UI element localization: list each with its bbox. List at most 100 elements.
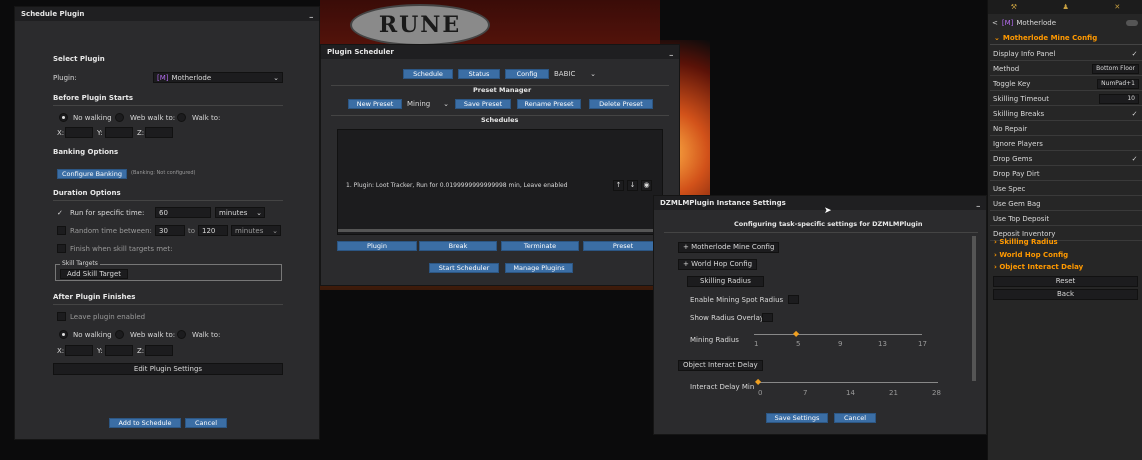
config-row[interactable]: Display Info Panel ✓ <box>990 47 1142 61</box>
config-row-value[interactable]: NumPad+1 <box>1097 78 1139 89</box>
configure-banking-button[interactable]: Configure Banking <box>57 169 127 179</box>
random-unit-select[interactable]: minutes ⌄ <box>231 225 281 236</box>
list-item[interactable]: 1. Plugin: Loot Tracker, Run for 0.01999… <box>338 178 662 192</box>
preset-manager-heading: Preset Manager <box>473 86 532 94</box>
tab-terminate[interactable]: Terminate <box>501 241 579 251</box>
config-row[interactable]: Drop Gems ✓ <box>990 152 1142 166</box>
config-row[interactable]: Use Spec <box>990 182 1142 196</box>
random-min-input[interactable]: 30 <box>155 225 185 236</box>
interact-delay-track[interactable] <box>758 382 938 383</box>
section-skilling-radius[interactable]: Skilling Radius <box>687 276 764 287</box>
edit-plugin-settings-button[interactable]: Edit Plugin Settings <box>53 363 283 375</box>
after-y-input[interactable] <box>105 345 133 356</box>
tab-break[interactable]: Break <box>419 241 497 251</box>
run-time-unit-select[interactable]: minutes ⌄ <box>215 207 265 218</box>
section-title: Motherlode Mine Config <box>1002 34 1098 42</box>
walk-to-radio[interactable] <box>177 113 186 122</box>
config-row[interactable]: Use Gem Bag <box>990 197 1142 211</box>
checkmark-icon[interactable]: ✓ <box>1130 110 1139 118</box>
after-x-input[interactable] <box>65 345 93 356</box>
add-skill-target-button[interactable]: Add Skill Target <box>60 269 128 279</box>
config-row[interactable]: Skilling Timeout 10 <box>990 92 1142 106</box>
run-time-input[interactable]: 60 <box>155 207 211 218</box>
no-walking-radio[interactable] <box>59 113 68 122</box>
interact-delay-tick: 7 <box>803 389 808 397</box>
config-row[interactable]: No Repair <box>990 122 1142 136</box>
tab-plugin[interactable]: Plugin <box>337 241 417 251</box>
leave-enabled-checkbox[interactable] <box>57 312 66 321</box>
y-input[interactable] <box>105 127 133 138</box>
preset-select[interactable]: Mining ⌄ <box>407 99 451 109</box>
rename-preset-button[interactable]: Rename Preset <box>517 99 581 109</box>
panel-header[interactable]: < [M] Motherlode <box>992 17 1140 29</box>
config-row-value[interactable]: Bottom Floor <box>1092 63 1139 74</box>
finish-skill-label: Finish when skill targets met: <box>70 245 173 253</box>
run-time-check-icon[interactable]: ✓ <box>57 209 63 217</box>
minimize-button[interactable]: _ <box>670 48 674 56</box>
people-icon[interactable]: ♟ <box>1063 3 1069 11</box>
delete-preset-button[interactable]: Delete Preset <box>589 99 653 109</box>
schedules-list: 1. Plugin: Loot Tracker, Run for 0.01999… <box>337 129 663 235</box>
checkmark-icon[interactable]: ✓ <box>1130 155 1139 163</box>
new-preset-button[interactable]: New Preset <box>348 99 402 109</box>
back-arrow-icon[interactable]: < <box>992 19 998 27</box>
interact-delay-thumb[interactable]: ◆ <box>755 377 761 386</box>
config-row[interactable]: Ignore Players <box>990 137 1142 151</box>
move-up-icon[interactable]: ↑ <box>613 179 624 191</box>
minimize-button[interactable]: _ <box>310 10 314 18</box>
random-time-checkbox[interactable] <box>57 226 66 235</box>
tools-icon[interactable]: ✕ <box>1114 3 1120 11</box>
mining-radius-track[interactable] <box>754 334 922 335</box>
section-object-delay[interactable]: Object Interact Delay <box>678 360 763 371</box>
after-no-walking-radio[interactable] <box>59 330 68 339</box>
config-row[interactable]: Drop Pay Dirt <box>990 167 1142 181</box>
list-scrollbar[interactable] <box>338 229 660 232</box>
save-preset-button[interactable]: Save Preset <box>455 99 511 109</box>
config-row[interactable]: Method Bottom Floor <box>990 62 1142 76</box>
after-web-walk-radio[interactable] <box>115 330 124 339</box>
start-scheduler-button[interactable]: Start Scheduler <box>429 263 499 273</box>
tab-select[interactable]: BABIC ⌄ <box>554 69 600 79</box>
minimize-button[interactable]: _ <box>977 199 981 207</box>
tab-schedule[interactable]: Schedule <box>403 69 453 79</box>
add-to-schedule-button[interactable]: Add to Schedule <box>109 418 181 428</box>
cancel-button[interactable]: Cancel <box>834 413 876 423</box>
tab-select-value: BABIC <box>554 70 576 78</box>
show-overlay-checkbox[interactable] <box>762 313 773 322</box>
tab-status[interactable]: Status <box>458 69 500 79</box>
move-down-icon[interactable]: ↓ <box>627 179 638 191</box>
reset-button[interactable]: Reset <box>993 276 1138 287</box>
manage-plugins-button[interactable]: Manage Plugins <box>505 263 573 273</box>
back-button[interactable]: Back <box>993 289 1138 300</box>
z-input[interactable] <box>145 127 173 138</box>
tab-preset[interactable]: Preset <box>583 241 663 251</box>
section-header[interactable]: ⌄ Motherlode Mine Config <box>990 32 1142 45</box>
plugin-select[interactable]: [M] Motherlode ⌄ <box>153 72 283 83</box>
config-row-value[interactable]: 10 <box>1099 93 1139 104</box>
checkmark-icon[interactable]: ✓ <box>1130 50 1139 58</box>
sub-section[interactable]: › Skilling Radius <box>994 238 1058 246</box>
cancel-button[interactable]: Cancel <box>185 418 227 428</box>
section-world-hop-config[interactable]: + World Hop Config <box>678 259 758 270</box>
web-walk-radio[interactable] <box>115 113 124 122</box>
config-row[interactable]: Toggle Key NumPad+1 <box>990 77 1142 91</box>
config-row[interactable]: Use Top Deposit <box>990 212 1142 226</box>
sub-section[interactable]: › Object Interact Delay <box>994 263 1083 271</box>
eye-icon[interactable]: ◉ <box>641 179 652 191</box>
settings-scrollbar[interactable] <box>972 236 976 381</box>
enable-radius-checkbox[interactable] <box>788 295 799 304</box>
after-z-input[interactable] <box>145 345 173 356</box>
random-max-input[interactable]: 120 <box>198 225 228 236</box>
save-settings-button[interactable]: Save Settings <box>766 413 828 423</box>
x-input[interactable] <box>65 127 93 138</box>
edit-plugin-settings-label: Edit Plugin Settings <box>133 365 203 373</box>
wrench-icon[interactable]: ⚒ <box>1011 3 1017 11</box>
mining-radius-thumb[interactable]: ◆ <box>793 329 799 338</box>
sub-section[interactable]: › World Hop Config <box>994 251 1068 259</box>
after-walk-to-radio[interactable] <box>177 330 186 339</box>
tab-config[interactable]: Config <box>505 69 549 79</box>
section-motherlode-config[interactable]: + Motherlode Mine Config <box>678 242 780 253</box>
toggle-switch[interactable] <box>1126 20 1138 26</box>
config-row[interactable]: Skilling Breaks ✓ <box>990 107 1142 121</box>
finish-skill-checkbox[interactable] <box>57 244 66 253</box>
